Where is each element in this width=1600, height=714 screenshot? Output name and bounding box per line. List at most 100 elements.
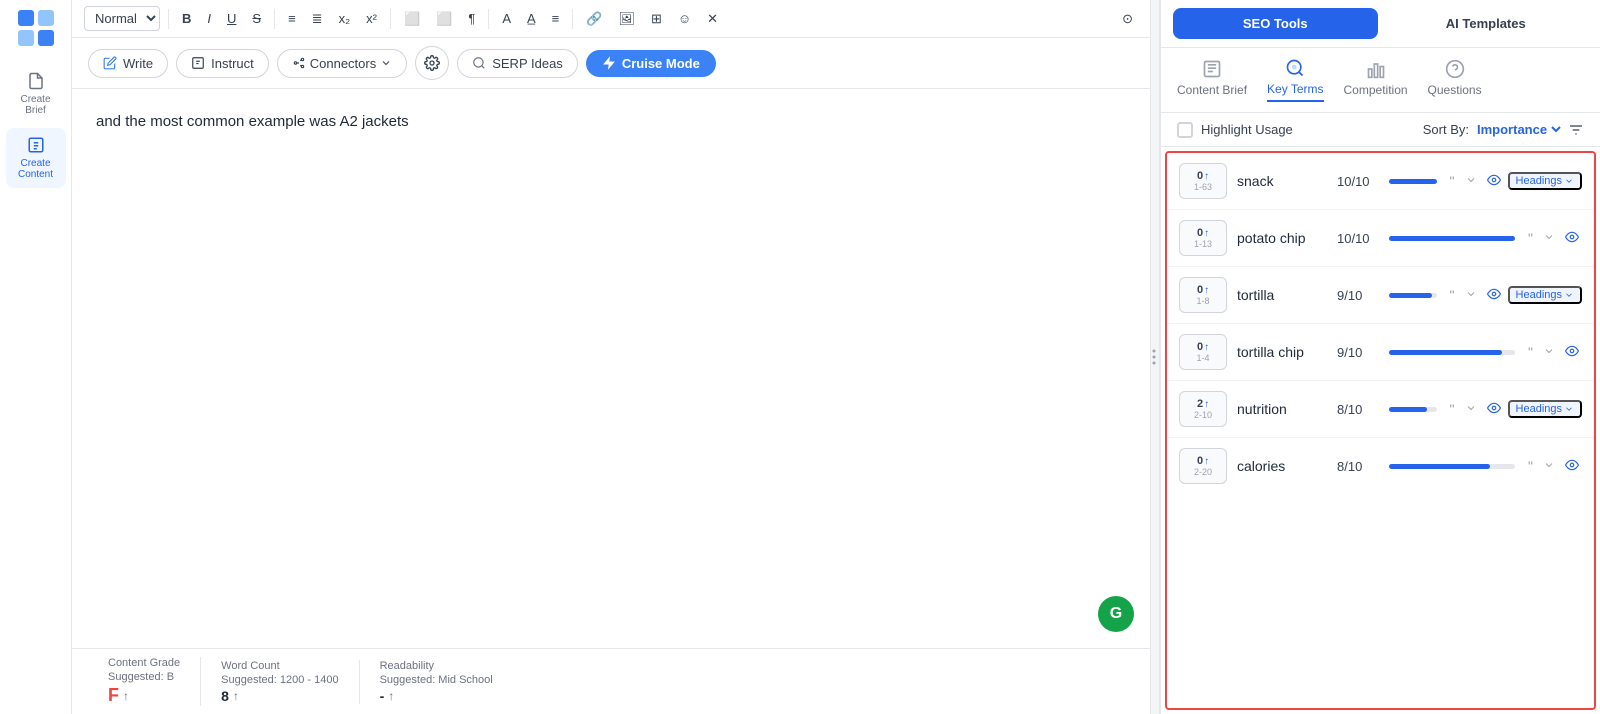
term-eye-button[interactable] xyxy=(1484,170,1504,193)
file-icon xyxy=(27,72,45,90)
bold-button[interactable]: B xyxy=(177,8,196,29)
term-quote-button[interactable]: " xyxy=(1447,284,1458,306)
align-left-button[interactable]: ⬜ xyxy=(399,8,425,30)
content-grade-value: F ↑ xyxy=(108,685,180,706)
clear-format-button[interactable]: ✕ xyxy=(702,8,723,30)
font-color-button[interactable]: A xyxy=(497,8,516,29)
term-expand-button[interactable] xyxy=(1462,398,1480,420)
term-bar-fill xyxy=(1389,464,1490,469)
text-align-button[interactable]: ≡ xyxy=(547,8,565,29)
term-quote-button[interactable]: " xyxy=(1447,170,1458,192)
write-button[interactable]: Write xyxy=(88,49,168,78)
question-icon xyxy=(1445,59,1465,79)
term-quote-button[interactable]: " xyxy=(1525,455,1536,477)
chevron-down-icon xyxy=(1465,174,1477,186)
underline-button[interactable]: U xyxy=(222,8,241,29)
seo-tools-tab[interactable]: SEO Tools xyxy=(1173,8,1378,39)
sort-select[interactable]: Importance xyxy=(1473,121,1564,138)
paragraph-button[interactable]: ¶ xyxy=(463,8,480,29)
highlight-usage-checkbox[interactable] xyxy=(1177,122,1193,138)
serp-ideas-button[interactable]: SERP Ideas xyxy=(457,49,578,78)
italic-button[interactable]: I xyxy=(202,8,216,29)
tab-content-brief[interactable]: Content Brief xyxy=(1177,59,1247,101)
term-score: 9/10 xyxy=(1337,345,1381,360)
term-counter[interactable]: 0↑ 1-8 xyxy=(1179,277,1227,313)
expand-button[interactable]: ⊙ xyxy=(1117,8,1138,30)
instruct-button[interactable]: Instruct xyxy=(176,49,269,78)
term-name: potato chip xyxy=(1237,230,1327,246)
sort-icon[interactable] xyxy=(1568,122,1584,138)
editor-action-bar: Write Instruct Connectors SERP Ideas Cru… xyxy=(72,38,1150,89)
sidebar-item-create-brief[interactable]: Create Brief xyxy=(6,64,66,124)
content-grade-stat: Content Grade Suggested: B F ↑ xyxy=(88,657,201,706)
term-counter[interactable]: 2↑ 2-10 xyxy=(1179,391,1227,427)
term-expand-button[interactable] xyxy=(1540,455,1558,477)
term-eye-button[interactable] xyxy=(1484,398,1504,421)
tab-competition[interactable]: Competition xyxy=(1344,59,1408,101)
headings-chevron-icon xyxy=(1564,290,1574,300)
term-counter[interactable]: 0↑ 2-20 xyxy=(1179,448,1227,484)
eye-icon xyxy=(1487,287,1501,301)
term-row: 0↑ 1-8 tortilla 9/10 " xyxy=(1167,267,1594,324)
main-editor-area: Normal B I U S ≡ ≣ x₂ x² ⬜ ⬜ ¶ A A̲ ≡ 🔗 … xyxy=(72,0,1150,714)
eye-icon xyxy=(1487,401,1501,415)
emoji-button[interactable]: ☺ xyxy=(673,8,696,29)
edit-icon xyxy=(27,136,45,154)
table-button[interactable]: ⊞ xyxy=(646,8,667,30)
term-counter[interactable]: 0↑ 1-63 xyxy=(1179,163,1227,199)
sidebar-item-create-content[interactable]: Create Content xyxy=(6,128,66,188)
term-row: 0↑ 1-4 tortilla chip 9/10 " xyxy=(1167,324,1594,381)
grammarly-button[interactable]: G xyxy=(1098,596,1134,632)
strikethrough-button[interactable]: S xyxy=(247,8,266,29)
term-expand-button[interactable] xyxy=(1462,170,1480,192)
format-select[interactable]: Normal xyxy=(84,6,160,31)
term-score: 8/10 xyxy=(1337,459,1381,474)
word-count-sub: Suggested: 1200 - 1400 xyxy=(221,674,338,686)
ai-templates-tab[interactable]: AI Templates xyxy=(1384,8,1589,39)
image-button[interactable]: 🖼 xyxy=(613,8,640,30)
term-expand-button[interactable] xyxy=(1540,341,1558,363)
tab-key-terms[interactable]: Key Terms xyxy=(1267,58,1323,102)
term-name: calories xyxy=(1237,458,1327,474)
term-headings-badge[interactable]: Headings xyxy=(1508,172,1582,190)
unordered-list-button[interactable]: ≣ xyxy=(307,8,328,30)
term-name: snack xyxy=(1237,173,1327,189)
panel-sub-tabs: Content Brief Key Terms Competition Ques… xyxy=(1161,48,1600,113)
subscript-button[interactable]: x₂ xyxy=(334,8,356,29)
highlight-usage-label: Highlight Usage xyxy=(1201,122,1293,137)
term-eye-button[interactable] xyxy=(1562,341,1582,364)
term-bar-bg xyxy=(1389,350,1515,355)
term-name: tortilla xyxy=(1237,287,1327,303)
panel-resizer[interactable] xyxy=(1150,0,1160,714)
term-counter[interactable]: 0↑ 1-13 xyxy=(1179,220,1227,256)
editor-content[interactable]: and the most common example was A2 jacke… xyxy=(72,89,1150,648)
align-right-button[interactable]: ⬜ xyxy=(431,8,457,30)
term-counter[interactable]: 0↑ 1-4 xyxy=(1179,334,1227,370)
term-headings-badge[interactable]: Headings xyxy=(1508,286,1582,304)
connectors-button[interactable]: Connectors xyxy=(277,49,407,78)
toolbar-divider-1 xyxy=(168,9,169,29)
ordered-list-button[interactable]: ≡ xyxy=(283,8,301,29)
term-eye-button[interactable] xyxy=(1562,227,1582,250)
term-score: 10/10 xyxy=(1337,174,1381,189)
highlight-button[interactable]: A̲ xyxy=(522,8,541,29)
term-eye-button[interactable] xyxy=(1484,284,1504,307)
sort-by-container: Sort By: Importance xyxy=(1423,121,1584,138)
term-quote-button[interactable]: " xyxy=(1447,398,1458,420)
settings-button[interactable] xyxy=(415,46,449,80)
term-expand-button[interactable] xyxy=(1462,284,1480,306)
term-quote-button[interactable]: " xyxy=(1525,341,1536,363)
term-expand-button[interactable] xyxy=(1540,227,1558,249)
editor-text: and the most common example was A2 jacke… xyxy=(96,113,1126,130)
sidebar: Create Brief Create Content xyxy=(0,0,72,714)
superscript-button[interactable]: x² xyxy=(361,8,382,29)
eye-icon xyxy=(1487,173,1501,187)
tab-questions[interactable]: Questions xyxy=(1428,59,1482,101)
term-headings-badge[interactable]: Headings xyxy=(1508,400,1582,418)
term-eye-button[interactable] xyxy=(1562,455,1582,478)
sort-by-label: Sort By: xyxy=(1423,122,1469,137)
term-quote-button[interactable]: " xyxy=(1525,227,1536,249)
cruise-mode-button[interactable]: Cruise Mode xyxy=(586,50,716,77)
link-button[interactable]: 🔗 xyxy=(581,8,607,30)
key-terms-icon xyxy=(1285,58,1305,78)
